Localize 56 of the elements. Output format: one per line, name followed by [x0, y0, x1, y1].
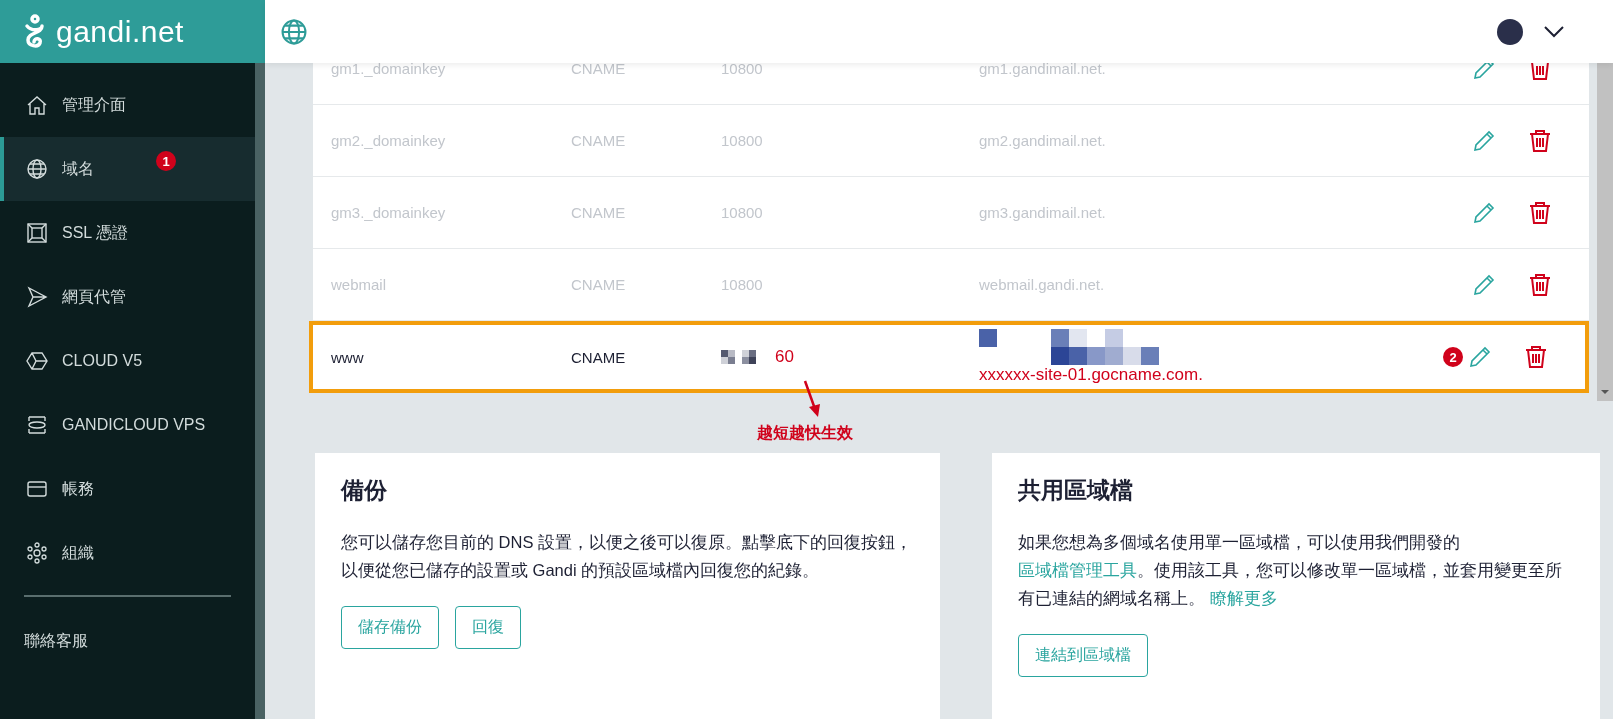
- table-cell-text: CNAME: [571, 204, 627, 221]
- hexagon-icon: [26, 350, 48, 372]
- globe-icon[interactable]: [280, 17, 308, 46]
- chevron-down-icon[interactable]: [1543, 24, 1565, 39]
- card-text: 您可以儲存您目前的 DNS 設置，以便之後可以復原。點擊底下的回復按鈕，以便從您已儲存的設置或 Gandi 的預設區域檔內回復您的紀錄。: [341, 532, 913, 582]
- number-badge: 2: [1443, 347, 1463, 367]
- avatar[interactable]: [1497, 18, 1523, 45]
- table-cell-text: webmail: [331, 276, 388, 293]
- pencil-icon[interactable]: [1471, 63, 1497, 82]
- sidebar-item[interactable]: GANDICLOUD VPS: [0, 393, 255, 457]
- table-cell-text: gm1._domainkey: [331, 63, 447, 77]
- scroll-down-icon[interactable]: [1600, 387, 1610, 397]
- table-cell-text: gm3.gandimail.net.: [979, 204, 1107, 221]
- table-cell: 10800: [721, 204, 763, 221]
- table-cell: 10800: [721, 132, 763, 149]
- pencil-icon[interactable]: [1467, 344, 1493, 370]
- card-text: 如果您想為多個域名使用單一區域檔，可以使用我們開發的 區域檔管理工具。使用該工具，您可以修改單一區域檔，並套用變更至所有已連結的網域名稱上。 瞭解更多: [1018, 532, 1563, 610]
- table-cell-text: CNAME: [571, 63, 627, 77]
- table-cell-text: webmail.gandi.net.: [979, 276, 1106, 293]
- table-cell-text: gm3._domainkey: [331, 204, 447, 221]
- sidebar-item[interactable]: 帳務: [0, 457, 255, 521]
- table-cell-text: gm2._domainkey: [331, 132, 447, 149]
- table-cell: 60: [775, 347, 794, 367]
- table-cell-text: xxxxxx-site-01.gocname.com.: [979, 365, 1204, 385]
- trash-icon[interactable]: [1527, 199, 1553, 226]
- table-cell: 10800: [721, 63, 763, 77]
- table-cell-text: gm1.gandimail.net.: [979, 63, 1107, 77]
- sidebar-item[interactable]: SSL 憑證: [0, 201, 255, 265]
- globe-icon: [26, 158, 48, 180]
- send-icon: [26, 286, 48, 308]
- sidebar-item[interactable]: 域名 1: [0, 137, 255, 201]
- home-icon: [26, 94, 48, 116]
- table-cell: 10800: [721, 276, 763, 293]
- sidebar-item[interactable]: 組織: [0, 521, 255, 585]
- arrow: [801, 379, 823, 419]
- card-icon: [26, 478, 48, 500]
- network-icon: [26, 542, 48, 564]
- card-title: 共用區域檔: [1018, 476, 1134, 505]
- card-title: 備份: [341, 476, 388, 505]
- sidebar-item[interactable]: 管理介面: [0, 73, 255, 137]
- sidebar-item[interactable]: CLOUD V5: [0, 329, 255, 393]
- number-badge: 1: [156, 151, 176, 171]
- annotation-text: 越短越快生效: [757, 423, 853, 443]
- table-cell-text: CNAME: [571, 348, 627, 366]
- sidebar-link[interactable]: 聯絡客服: [24, 632, 88, 649]
- trash-icon[interactable]: [1527, 127, 1553, 154]
- trash-icon[interactable]: [1523, 344, 1549, 370]
- server-icon: [26, 414, 48, 436]
- table-cell-text: CNAME: [571, 276, 627, 293]
- table-cell-text: CNAME: [571, 132, 627, 149]
- trash-icon[interactable]: [1527, 271, 1553, 298]
- table-cell-text: gm2.gandimail.net.: [979, 132, 1107, 149]
- scrollbar[interactable]: [1597, 63, 1613, 401]
- sidebar-item[interactable]: 網頁代管: [0, 265, 255, 329]
- table-cell-text: www: [331, 348, 365, 366]
- square-frame-icon: [26, 222, 48, 244]
